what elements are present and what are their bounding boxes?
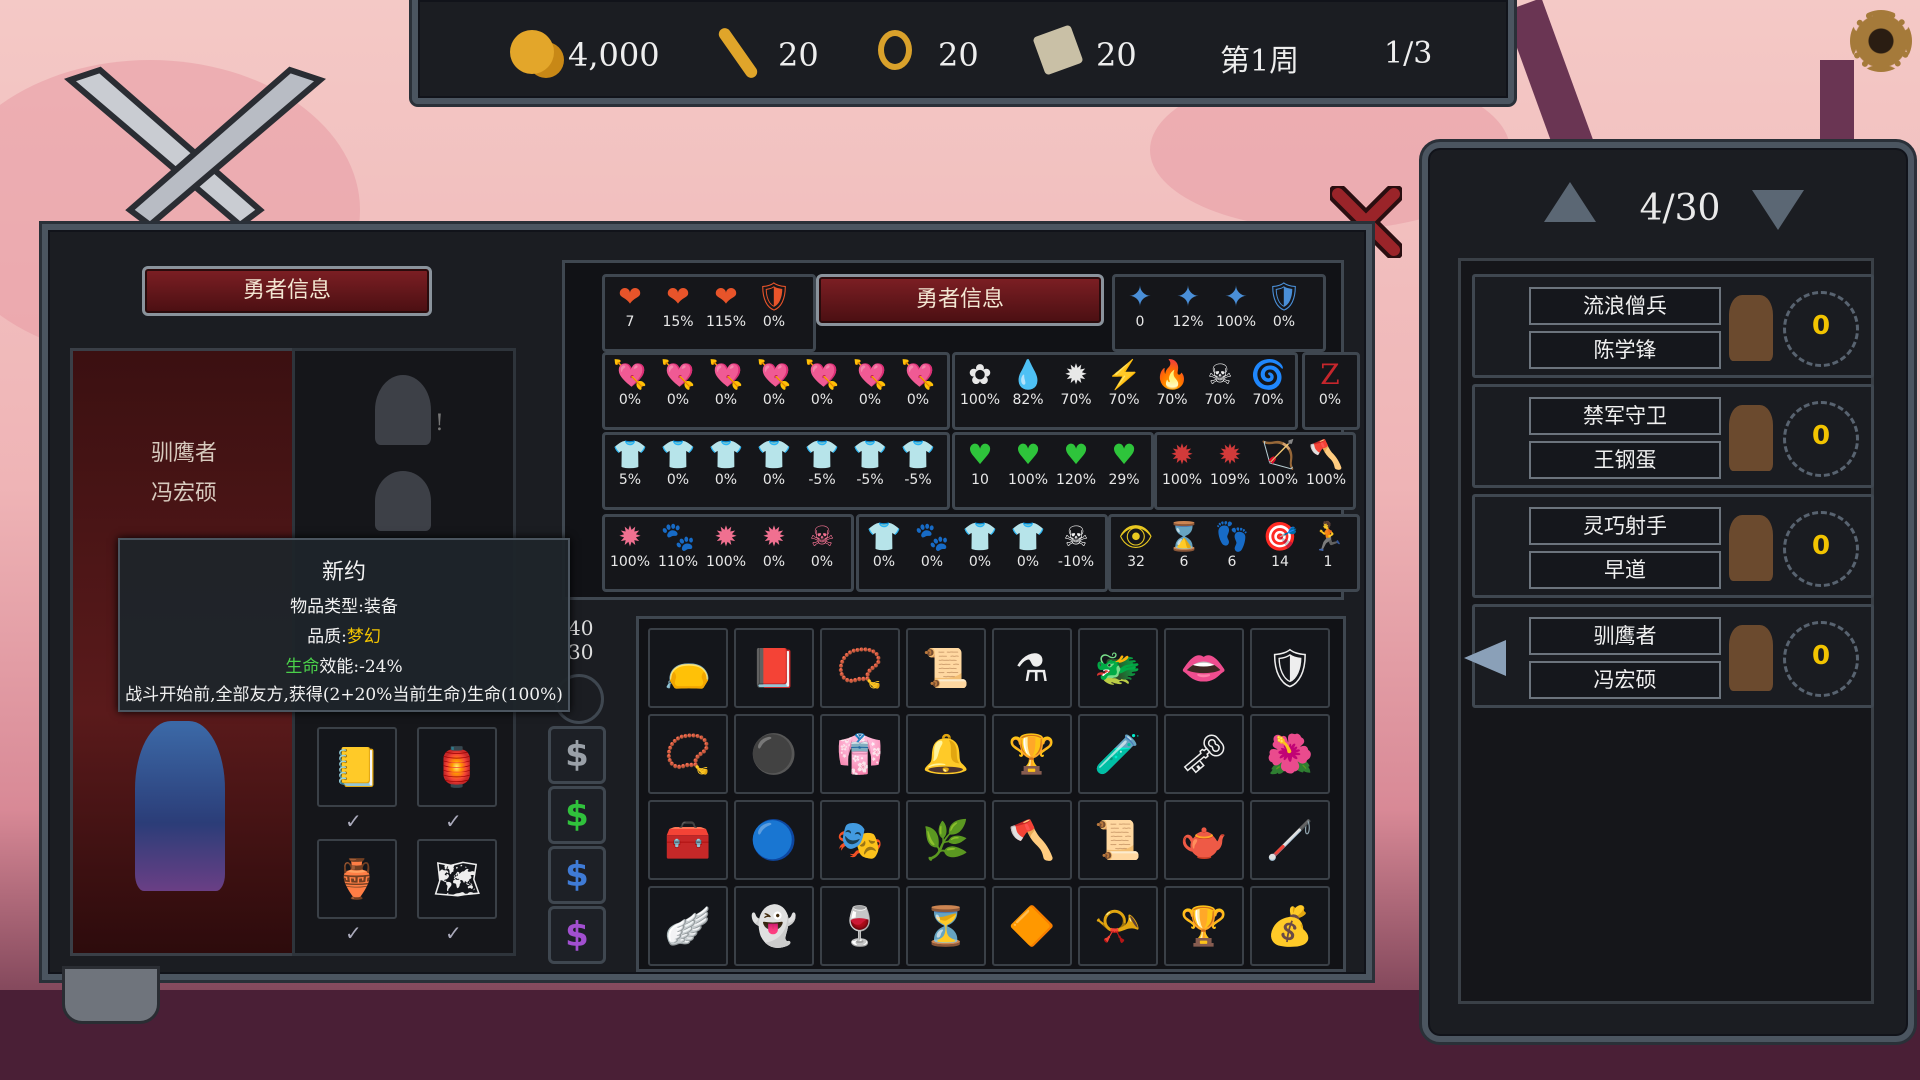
roster-hero-2[interactable]: 灵巧射手早道 0 [1472, 494, 1874, 598]
progress-label: 1/3 [1384, 36, 1433, 71]
roster-hero-name: 早道 [1529, 551, 1721, 589]
tooltip-quality-label: 品质: [307, 627, 347, 647]
pouch-icon[interactable]: 👝 [648, 628, 728, 708]
tooltip-quality: 品质:梦幻 [120, 622, 568, 647]
roster-hero-avatar [1729, 515, 1773, 581]
gold-coins-icon [510, 30, 554, 74]
gold-cup-icon[interactable]: 🏆 [1164, 886, 1244, 966]
scroll-count: 20 [1096, 36, 1137, 74]
staff-icon[interactable]: 🦯 [1250, 800, 1330, 880]
scroll-icon [1032, 24, 1084, 76]
wand-count: 20 [778, 36, 819, 74]
roster-hero-name: 陈学锋 [1529, 331, 1721, 369]
hourglass-icon[interactable]: ⏳ [906, 886, 986, 966]
goblet-icon[interactable]: 🍷 [820, 886, 900, 966]
amulet-icon[interactable]: 📿 [820, 628, 900, 708]
tooltip-effect-label: 生命 [285, 657, 320, 677]
axe-icon[interactable]: 🪓 [992, 800, 1072, 880]
necklace-icon[interactable]: 📿 [648, 714, 728, 794]
blue-orb-icon[interactable]: 🔵 [734, 800, 814, 880]
red-flower-icon[interactable]: 🌺 [1250, 714, 1330, 794]
dragon-helm-icon[interactable]: 🐲 [1078, 628, 1158, 708]
root-icon[interactable]: 🌿 [906, 800, 986, 880]
bottom-helmet-button[interactable] [62, 966, 160, 1024]
background-tree-trunk [1503, 0, 1597, 163]
roster-counter: 4/30 [1639, 188, 1721, 229]
roster-hero-avatar [1729, 625, 1773, 691]
tooltip-type: 物品类型:装备 [290, 597, 398, 617]
roster-hero-level: 0 [1811, 421, 1831, 451]
roster-hero-avatar [1729, 405, 1773, 471]
laurel-icon: 0 [1783, 621, 1859, 697]
resource-bar: 4,000 20 20 20 第1周 1/3 [412, 0, 1514, 104]
wings-icon[interactable]: 🪽 [648, 886, 728, 966]
item-tooltip: 新约 物品类型:装备 品质:梦幻 生命效能:-24% 战斗开始前,全部友方,获得… [118, 538, 570, 712]
teapot-icon[interactable]: 🫖 [1164, 800, 1244, 880]
roster-hero-name: 王钢蛋 [1529, 441, 1721, 479]
roster-hero-1[interactable]: 禁军守卫王钢蛋 0 [1472, 384, 1874, 488]
ghost-cards-icon[interactable]: 👻 [734, 886, 814, 966]
red-robe-icon[interactable]: 👘 [820, 714, 900, 794]
ghost-flask-icon[interactable]: 🧪 [1078, 714, 1158, 794]
up-arrow-icon[interactable] [1544, 182, 1596, 222]
gem-wand-icon[interactable]: 🔶 [992, 886, 1072, 966]
tooltip-title: 新约 [321, 560, 366, 585]
gear-icon[interactable] [1850, 10, 1912, 72]
lips-icon[interactable]: 👄 [1164, 628, 1244, 708]
chest-box-icon[interactable]: 🧰 [648, 800, 728, 880]
black-balls-icon[interactable]: ⚫ [734, 714, 814, 794]
key-icon[interactable]: 🗝 [1164, 714, 1244, 794]
tooltip-description: 战斗开始前,全部友方,获得(2+20%当前生命)生命(100%) [125, 685, 563, 705]
treasure-chest-icon[interactable]: 💰 [1250, 886, 1330, 966]
chalice-icon[interactable]: 🏆 [992, 714, 1072, 794]
tooltip-effect-value: 效能:-24% [319, 657, 403, 677]
scroll-icon[interactable]: 📜 [1078, 800, 1158, 880]
ring-icon [878, 30, 912, 70]
roster-hero-level: 0 [1811, 531, 1831, 561]
roster-hero-3[interactable]: 驯鹰者冯宏硕 0 [1472, 604, 1874, 708]
roster-hero-class: 灵巧射手 [1529, 507, 1721, 545]
wand-icon [716, 25, 760, 81]
laurel-icon: 0 [1783, 291, 1859, 367]
ring-count: 20 [938, 36, 979, 74]
tome-icon[interactable]: 📕 [734, 628, 814, 708]
crossed-swords-icon[interactable] [60, 60, 330, 230]
roster-hero-avatar [1729, 295, 1773, 361]
bone-shield-icon[interactable]: 🛡 [1250, 628, 1330, 708]
roster-hero-class: 禁军守卫 [1529, 397, 1721, 435]
laurel-icon: 0 [1783, 511, 1859, 587]
roster-hero-class: 驯鹰者 [1529, 617, 1721, 655]
selected-arrow-icon [1464, 640, 1506, 676]
potion-icon[interactable]: ⚗ [992, 628, 1072, 708]
roster-hero-0[interactable]: 流浪僧兵陈学锋 0 [1472, 274, 1874, 378]
mask-icon[interactable]: 🎭 [820, 800, 900, 880]
roster-hero-class: 流浪僧兵 [1529, 287, 1721, 325]
letter-icon[interactable]: 📜 [906, 628, 986, 708]
tooltip-effect: 生命效能:-24% [120, 652, 568, 677]
roster-hero-name: 冯宏硕 [1529, 661, 1721, 699]
bell-icon[interactable]: 🔔 [906, 714, 986, 794]
gold-amount: 4,000 [568, 36, 660, 74]
down-arrow-icon[interactable] [1752, 190, 1804, 230]
roster-hero-level: 0 [1811, 311, 1831, 341]
scroll-case-icon[interactable]: 📯 [1078, 886, 1158, 966]
week-label: 第1周 [1220, 44, 1300, 79]
roster-hero-level: 0 [1811, 641, 1831, 671]
laurel-icon: 0 [1783, 401, 1859, 477]
tooltip-quality-value: 梦幻 [346, 627, 381, 647]
